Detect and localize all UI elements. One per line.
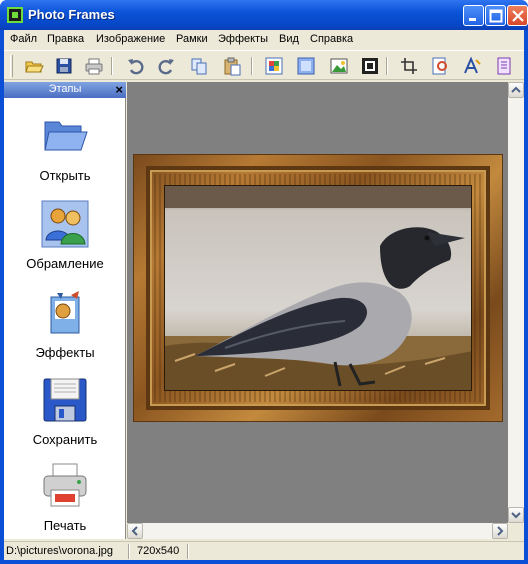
step-save[interactable]: Сохранить bbox=[4, 370, 126, 454]
document-icon[interactable] bbox=[494, 56, 514, 76]
step-print[interactable]: Печать bbox=[4, 456, 126, 540]
app-window: Photo Frames Файл Правка Изображение Рам… bbox=[0, 0, 528, 564]
toolbar bbox=[4, 50, 524, 80]
save-icon[interactable] bbox=[54, 56, 74, 76]
frame-color-icon[interactable] bbox=[264, 56, 284, 76]
paste-icon[interactable] bbox=[222, 56, 242, 76]
menu-file[interactable]: Файл bbox=[10, 33, 37, 45]
steps-title: Этапы bbox=[48, 83, 82, 95]
framed-photo bbox=[164, 185, 472, 391]
menu-bar: Файл Правка Изображение Рамки Эффекты Ви… bbox=[4, 30, 524, 49]
copy-icon[interactable] bbox=[189, 56, 209, 76]
scroll-down-button[interactable] bbox=[508, 507, 524, 523]
step-label: Обрамление bbox=[26, 256, 104, 271]
menu-view[interactable]: Вид bbox=[279, 33, 299, 45]
print-icon[interactable] bbox=[84, 56, 104, 76]
status-divider bbox=[187, 544, 189, 559]
text-icon[interactable] bbox=[462, 56, 482, 76]
steps-panel: Этапы × Открыть Обрамление Эффекты Сохра… bbox=[4, 82, 126, 539]
status-file-path: D:\pictures\vorona.jpg bbox=[6, 545, 113, 557]
arrow-up-icon bbox=[511, 86, 521, 93]
redo-icon[interactable] bbox=[156, 56, 176, 76]
menu-frames[interactable]: Рамки bbox=[176, 33, 208, 45]
menu-image[interactable]: Изображение bbox=[96, 33, 165, 45]
step-effects[interactable]: Эффекты bbox=[4, 283, 126, 367]
arrow-down-icon bbox=[511, 512, 521, 519]
arrow-right-icon bbox=[497, 526, 504, 536]
status-image-size: 720x540 bbox=[137, 545, 180, 557]
framing-people-icon bbox=[41, 200, 89, 248]
menu-edit[interactable]: Правка bbox=[47, 33, 84, 45]
vertical-scrollbar[interactable] bbox=[508, 82, 524, 523]
scroll-left-button[interactable] bbox=[127, 523, 143, 539]
arrow-left-icon bbox=[131, 526, 138, 536]
frame-border-icon[interactable] bbox=[360, 56, 380, 76]
menu-effects[interactable]: Эффекты bbox=[218, 33, 268, 45]
mask-icon[interactable] bbox=[296, 56, 316, 76]
status-divider bbox=[128, 544, 130, 559]
toolbar-grip[interactable] bbox=[10, 55, 13, 77]
image-canvas[interactable] bbox=[127, 82, 508, 523]
step-label: Сохранить bbox=[32, 432, 98, 447]
menu-help[interactable]: Справка bbox=[310, 33, 353, 45]
scroll-right-button[interactable] bbox=[492, 523, 508, 539]
step-framing[interactable]: Обрамление bbox=[4, 194, 126, 278]
steps-header: Этапы × bbox=[4, 82, 126, 98]
open-folder-icon bbox=[44, 121, 88, 151]
horizontal-scrollbar[interactable] bbox=[127, 523, 508, 539]
title-bar[interactable]: Photo Frames bbox=[0, 0, 528, 30]
client-area: Файл Правка Изображение Рамки Эффекты Ви… bbox=[4, 30, 524, 560]
app-icon bbox=[7, 7, 23, 23]
maximize-icon bbox=[489, 9, 503, 23]
printer-icon bbox=[43, 463, 87, 507]
steps-close-button[interactable]: × bbox=[115, 82, 123, 97]
close-button[interactable] bbox=[507, 5, 528, 26]
photo-frame bbox=[134, 155, 502, 421]
maximize-button[interactable] bbox=[485, 5, 506, 26]
toolbar-separator bbox=[111, 57, 113, 75]
adjust-icon[interactable] bbox=[430, 56, 450, 76]
close-icon bbox=[512, 10, 524, 22]
picture-icon[interactable] bbox=[329, 56, 349, 76]
step-label: Печать bbox=[43, 518, 87, 533]
effects-icon bbox=[50, 291, 80, 334]
scrollbar-corner bbox=[508, 523, 524, 539]
step-label: Эффекты bbox=[35, 345, 95, 360]
toolbar-separator bbox=[386, 57, 388, 75]
crop-icon[interactable] bbox=[399, 56, 419, 76]
window-title: Photo Frames bbox=[28, 7, 115, 22]
floppy-disk-icon bbox=[43, 378, 87, 422]
open-folder-icon[interactable] bbox=[24, 56, 44, 76]
undo-icon[interactable] bbox=[126, 56, 146, 76]
minimize-button[interactable] bbox=[463, 5, 484, 26]
toolbar-separator bbox=[251, 57, 253, 75]
scroll-up-button[interactable] bbox=[508, 82, 524, 98]
step-label: Открыть bbox=[39, 168, 91, 183]
status-bar: D:\pictures\vorona.jpg 720x540 bbox=[4, 541, 524, 560]
minimize-icon bbox=[469, 18, 476, 21]
step-open[interactable]: Открыть bbox=[4, 106, 126, 190]
